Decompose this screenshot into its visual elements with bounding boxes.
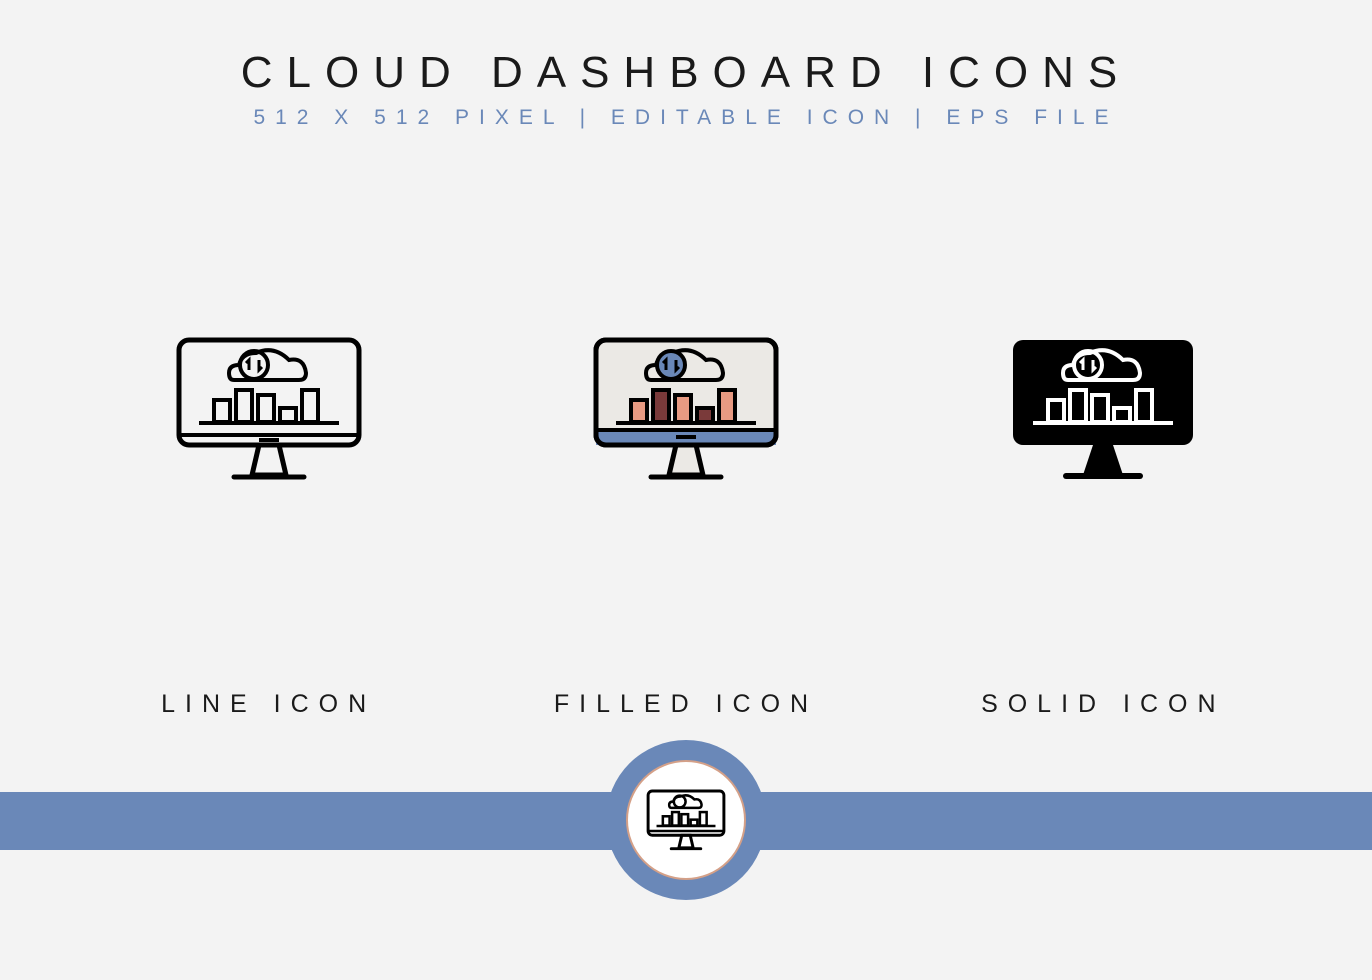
cloud-dashboard-badge-icon [646,788,726,853]
filled-icon-label: FILLED ICON [554,690,818,719]
line-icon-label: LINE ICON [161,690,376,719]
icons-row: LINE ICON [0,330,1372,719]
solid-icon-column: SOLID ICON [895,330,1312,719]
cloud-dashboard-line-icon [169,330,369,490]
page-title: CLOUD DASHBOARD ICONS [0,48,1372,98]
page-subtitle: 512 X 512 PIXEL | EDITABLE ICON | EPS FI… [0,106,1372,130]
cloud-dashboard-solid-icon [1003,330,1203,490]
cloud-dashboard-filled-icon [586,330,786,490]
line-icon-column: LINE ICON [60,330,477,719]
header: CLOUD DASHBOARD ICONS 512 X 512 PIXEL | … [0,0,1372,130]
badge-inner [626,760,746,880]
filled-icon-column: FILLED ICON [477,330,894,719]
solid-icon-label: SOLID ICON [981,690,1225,719]
badge-circle [606,740,766,900]
